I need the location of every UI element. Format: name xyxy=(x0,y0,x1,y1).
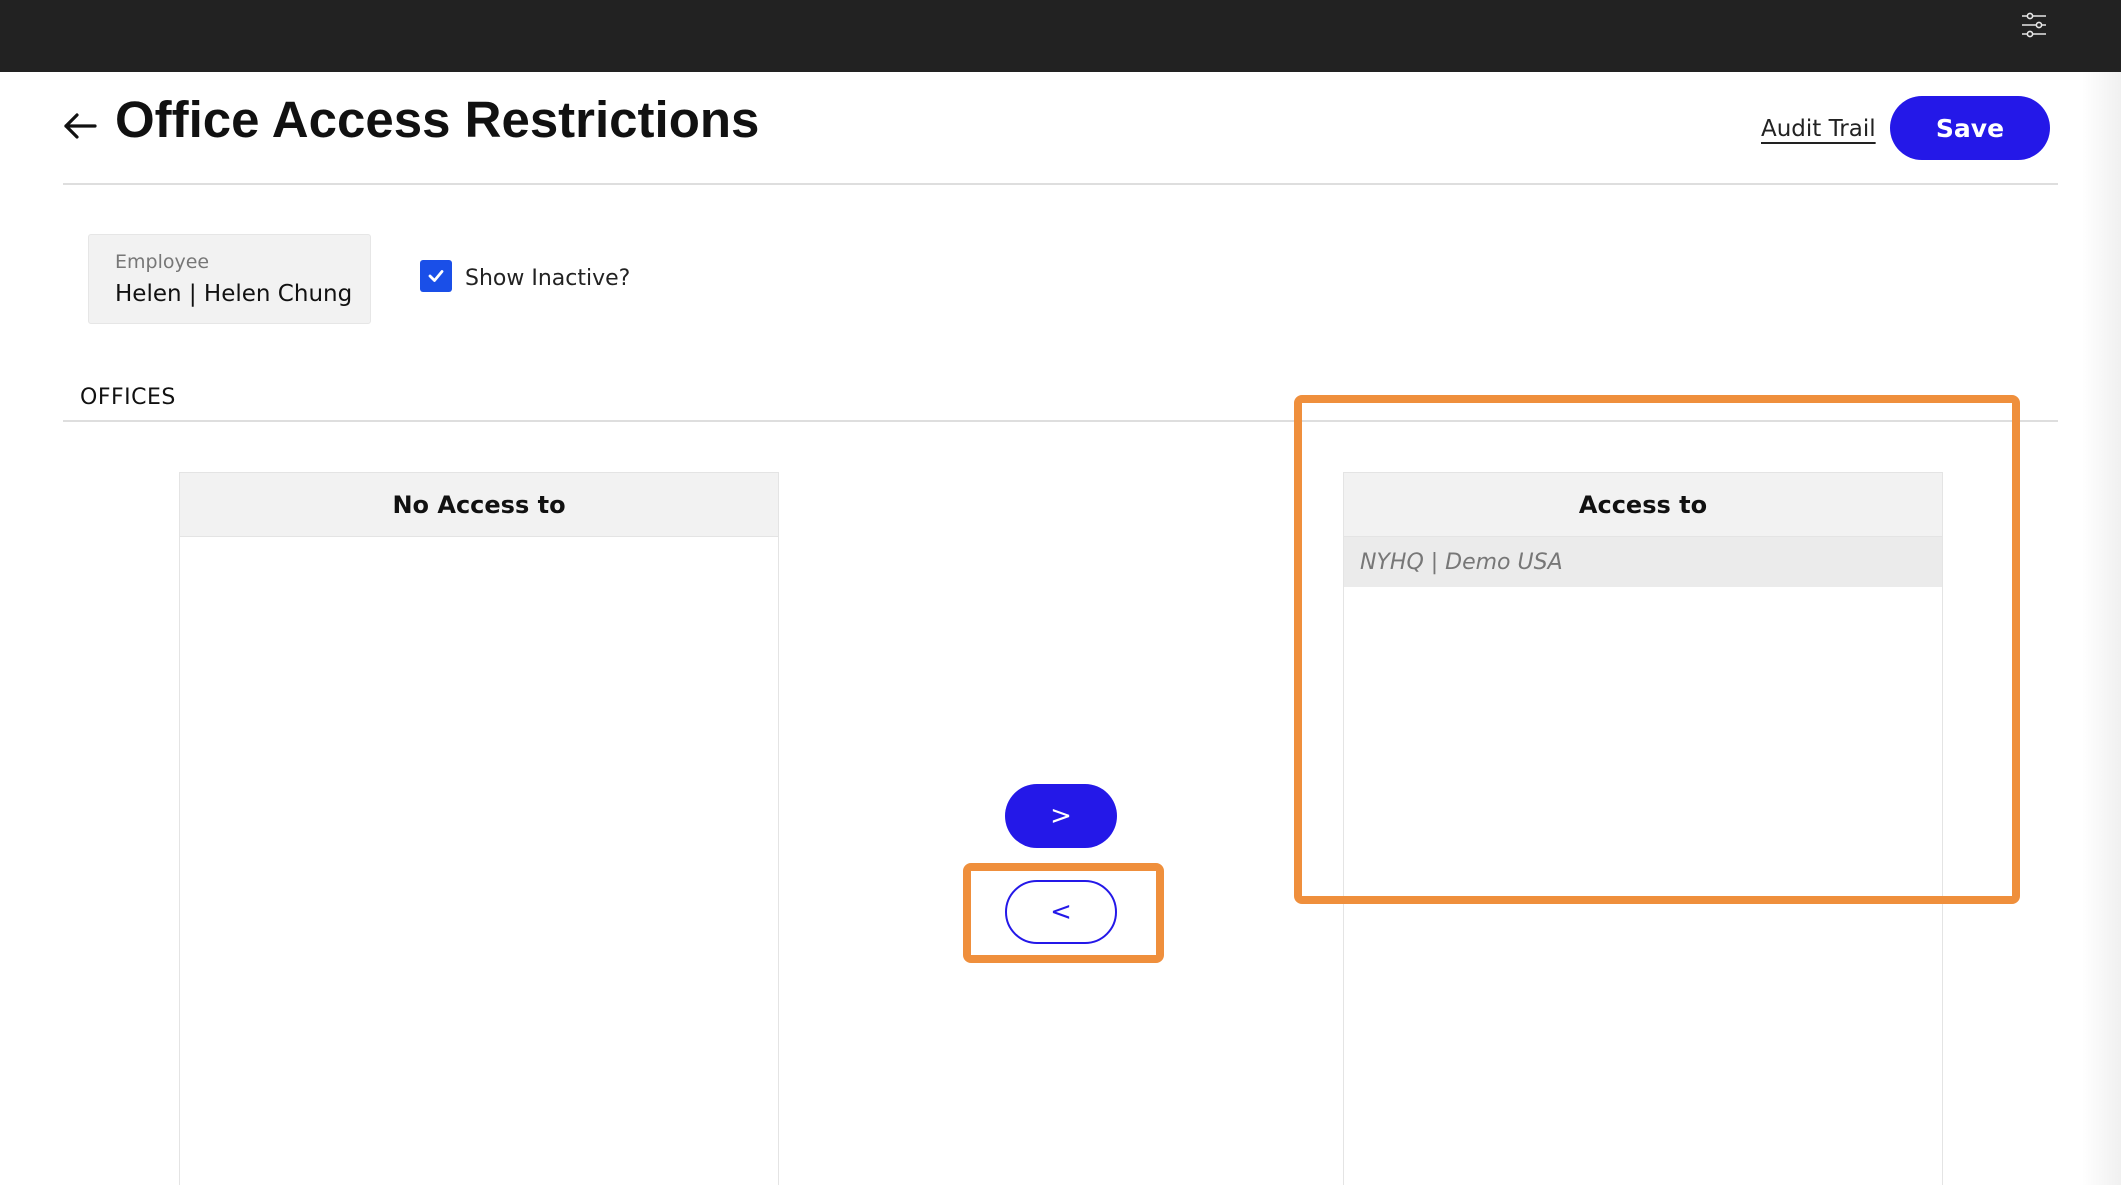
save-button[interactable]: Save xyxy=(1890,96,2050,160)
show-inactive-label[interactable]: Show Inactive? xyxy=(465,266,630,291)
checkmark-icon xyxy=(428,270,444,282)
employee-label: Employee xyxy=(115,251,210,273)
access-header: Access to xyxy=(1344,473,1942,537)
top-bar xyxy=(0,0,2121,72)
no-access-header: No Access to xyxy=(180,473,778,537)
arrow-left-icon[interactable] xyxy=(60,106,100,146)
move-left-button[interactable]: < xyxy=(1005,880,1117,944)
header-divider xyxy=(63,183,2058,185)
offices-section-heading: OFFICES xyxy=(80,385,176,410)
list-item[interactable]: NYHQ | Demo USA xyxy=(1344,537,1942,587)
move-right-button[interactable]: > xyxy=(1005,784,1117,848)
settings-sliders-icon[interactable] xyxy=(2019,10,2049,40)
show-inactive-checkbox[interactable] xyxy=(420,260,452,292)
scroll-edge-shadow xyxy=(2081,72,2121,1185)
employee-value: Helen | Helen Chung xyxy=(115,281,353,307)
access-list: Access to NYHQ | Demo USA xyxy=(1343,472,1943,1185)
page-title: Office Access Restrictions xyxy=(115,91,760,148)
employee-field[interactable]: Employee Helen | Helen Chung xyxy=(88,234,371,324)
no-access-list: No Access to xyxy=(179,472,779,1185)
audit-trail-link[interactable]: Audit Trail xyxy=(1761,116,1876,142)
offices-divider xyxy=(63,420,2058,422)
